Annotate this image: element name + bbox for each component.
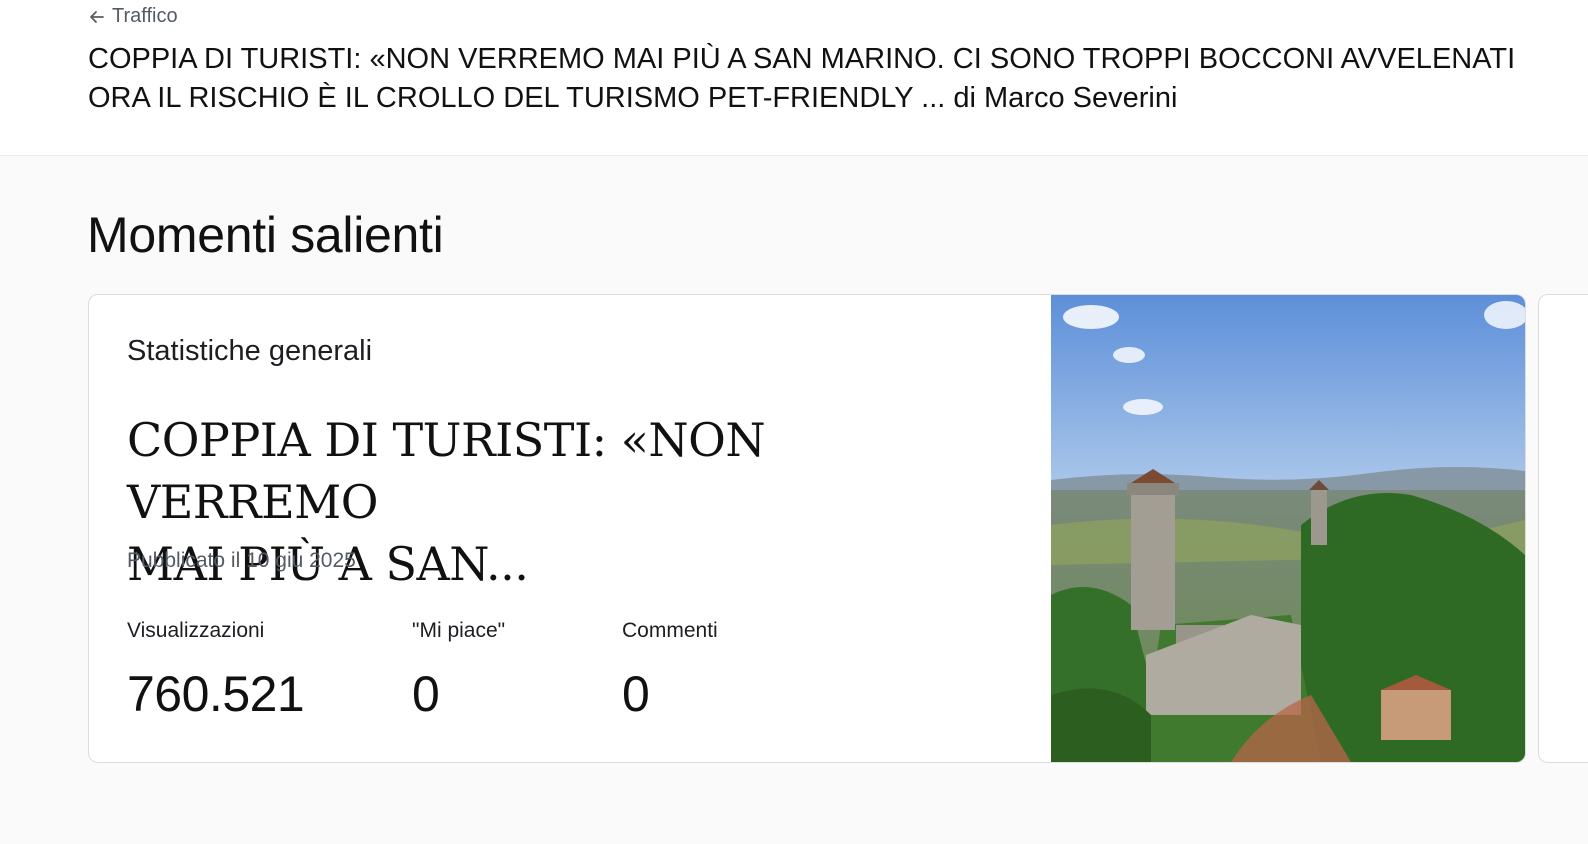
arrow-left-icon (90, 10, 104, 23)
stat-comments: Commenti 0 (622, 619, 718, 723)
stat-views: Visualizzazioni 760.521 (127, 619, 305, 723)
post-title-line-1: COPPIA DI TURISTI: «NON VERREMO (127, 413, 766, 529)
stat-likes-label: "Mi piace" (412, 619, 506, 642)
stat-likes-value: 0 (412, 666, 440, 722)
article-title-line-2: ORA IL RISCHIO È IL CROLLO DEL TURISMO P… (88, 82, 1178, 114)
article-title: COPPIA DI TURISTI: «NON VERREMO MAI PIÙ … (88, 40, 1578, 118)
published-date: Pubblicato il 10 giu 2025 (127, 549, 356, 572)
stat-likes: "Mi piace" 0 (412, 619, 505, 723)
back-link-traffico[interactable]: Traffico (88, 5, 178, 28)
stat-views-label: Visualizzazioni (127, 619, 265, 642)
stat-comments-value: 0 (622, 666, 650, 722)
back-link-label: Traffico (112, 5, 178, 27)
article-title-line-1: COPPIA DI TURISTI: «NON VERREMO MAI PIÙ … (88, 43, 1516, 75)
castle-landscape-photo (1051, 295, 1525, 762)
next-card-edge[interactable] (1538, 294, 1588, 763)
top-header: Traffico COPPIA DI TURISTI: «NON VERREMO… (0, 0, 1588, 156)
stat-comments-label: Commenti (622, 619, 718, 642)
highlight-card[interactable]: Statistiche generali COPPIA DI TURISTI: … (88, 294, 1526, 763)
card-label: Statistiche generali (127, 335, 373, 367)
post-thumbnail-image[interactable] (1051, 295, 1525, 762)
section-title: Momenti salienti (87, 207, 444, 263)
stat-views-value: 760.521 (127, 666, 305, 722)
